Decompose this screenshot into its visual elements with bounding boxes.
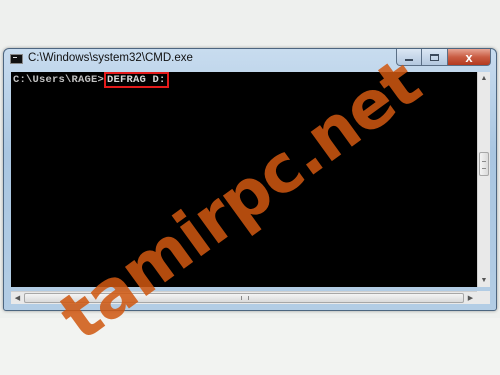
scroll-up-arrow-icon[interactable]: ▲ [478, 72, 490, 85]
minimize-button[interactable] [396, 49, 422, 66]
page-background [0, 318, 500, 375]
vertical-scrollbar[interactable]: ▲ ▼ [477, 72, 490, 287]
maximize-icon [430, 53, 439, 61]
vertical-scroll-thumb[interactable] [479, 152, 489, 176]
highlighted-command: DEFRAG D: [104, 72, 169, 88]
resize-grip[interactable] [477, 291, 490, 304]
window-title: C:\Windows\system32\CMD.exe [28, 52, 193, 64]
cmd-icon[interactable] [10, 54, 23, 64]
scroll-right-arrow-icon[interactable]: ▶ [464, 292, 477, 304]
title-bar[interactable]: C:\Windows\system32\CMD.exe x [4, 49, 496, 71]
caption-buttons: x [396, 49, 491, 67]
scroll-down-arrow-icon[interactable]: ▼ [478, 274, 490, 287]
close-button[interactable]: x [448, 49, 491, 66]
cmd-window: C:\Windows\system32\CMD.exe x C:\Users\R… [3, 48, 497, 311]
scroll-left-arrow-icon[interactable]: ◀ [11, 292, 24, 304]
horizontal-scrollbar[interactable]: ◀ ▶ [11, 291, 477, 304]
console-output[interactable]: C:\Users\RAGE> DEFRAG D: [11, 72, 483, 287]
prompt-line: C:\Users\RAGE> DEFRAG D: [13, 72, 169, 88]
horizontal-scroll-thumb[interactable] [24, 293, 464, 303]
close-icon: x [465, 49, 473, 65]
minimize-icon [405, 59, 413, 61]
prompt-path: C:\Users\RAGE> [13, 74, 105, 86]
maximize-button[interactable] [422, 49, 448, 66]
